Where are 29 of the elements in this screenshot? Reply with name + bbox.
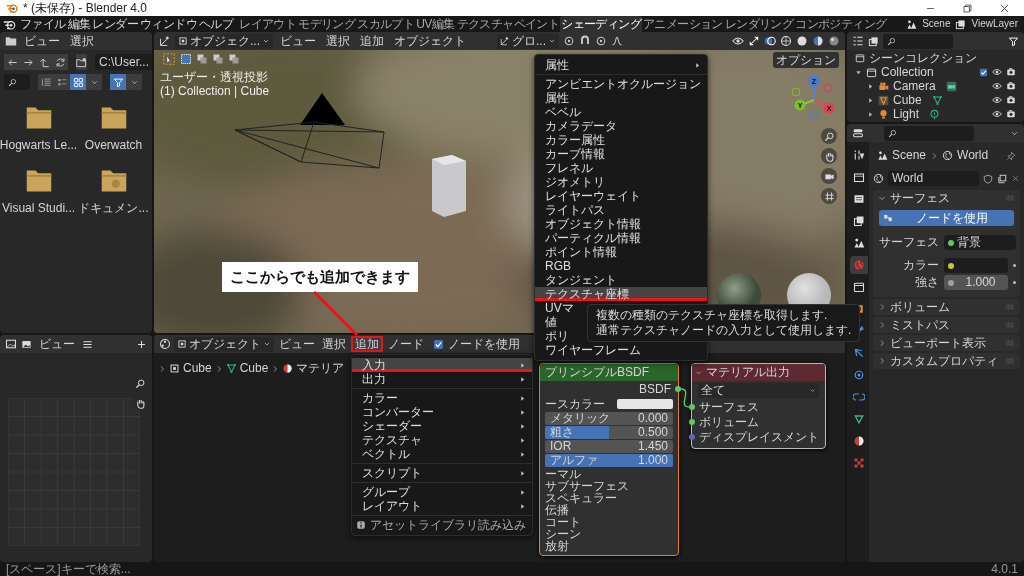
breadcrumb-label: Cube bbox=[183, 361, 212, 376]
slider-label: アルファ bbox=[550, 454, 598, 467]
status-hint: [スペース]キーで検索... bbox=[6, 562, 131, 576]
slider-label: メタリック bbox=[550, 412, 610, 425]
node-title: プリンシプルBSDF bbox=[540, 364, 678, 381]
socket-label: BSDF bbox=[639, 381, 671, 397]
socket-label: サーフェス bbox=[699, 399, 759, 415]
tooltip-line: 複数の種類のテクスチャ座標を取得します. bbox=[596, 308, 829, 323]
slider-label: 粗さ bbox=[550, 426, 574, 439]
slider-value: 0.500 bbox=[637, 426, 668, 439]
breadcrumb-label: マテリア bbox=[296, 361, 345, 376]
window-title: * (未保存) - Blender 4.0 bbox=[23, 0, 148, 16]
view-name: ユーザー・透視投影 bbox=[160, 70, 268, 85]
breadcrumb-label: Scene bbox=[892, 148, 927, 163]
version-label: 4.0.1 bbox=[991, 562, 1018, 576]
view-context: (1) Collection | Cube bbox=[160, 84, 270, 99]
breadcrumb-label: World bbox=[957, 148, 989, 163]
node-title: マテリアル出力 bbox=[706, 365, 790, 380]
slider-value: 1.000 bbox=[637, 454, 668, 467]
field-label: 強さ bbox=[914, 275, 939, 290]
field-label: サーフェス bbox=[878, 235, 939, 250]
tooltip-line: 通常テクスチャノードの入力として使用します. bbox=[596, 323, 852, 338]
socket-label: ースカラー bbox=[545, 396, 605, 412]
breadcrumb-label: Cube bbox=[239, 361, 269, 376]
annotation-callout: ここからでも追加できます bbox=[222, 262, 418, 292]
field-label: カラー bbox=[902, 258, 939, 273]
slider-value: 0.000 bbox=[637, 412, 668, 425]
socket-label: ボリューム bbox=[699, 414, 759, 430]
socket-label: ディスプレイスメント bbox=[699, 429, 819, 445]
